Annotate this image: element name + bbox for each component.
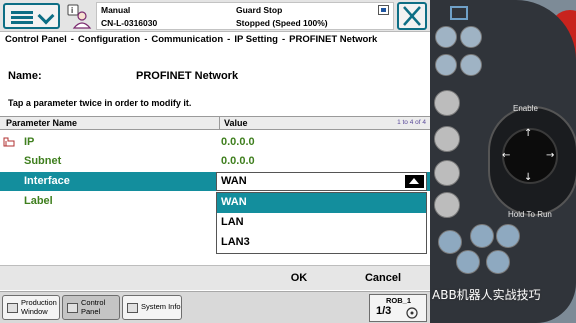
close-icon: [403, 6, 421, 26]
robot-icon: [406, 307, 418, 319]
row-count: 1 to 4 of 4: [397, 119, 426, 126]
arrow-left-icon: ←: [502, 150, 511, 161]
table-row[interactable]: IP 0.0.0.0: [0, 133, 430, 152]
step-backward-button[interactable]: [486, 250, 510, 274]
toggle-motion-mode-button[interactable]: [434, 126, 460, 152]
parameter-name: Subnet: [24, 155, 62, 167]
dropdown-option-lan[interactable]: LAN: [217, 213, 426, 233]
programmable-key-1[interactable]: [435, 26, 457, 48]
start-backward-button[interactable]: [438, 230, 462, 254]
top-status-bar: i Manual CN-L-0316030 Guard Stop Stopped…: [0, 0, 430, 32]
task-production-window[interactable]: Production Window: [2, 295, 60, 320]
controller-name: CN-L-0316030: [101, 18, 158, 28]
arrow-down-icon: ↓: [524, 172, 533, 183]
breadcrumb-item[interactable]: IP Setting: [234, 34, 278, 45]
event-log-icon[interactable]: [378, 5, 389, 15]
parameter-icon: [3, 137, 15, 147]
breadcrumb-item: PROFINET Network: [289, 34, 378, 45]
programmable-key-2[interactable]: [460, 26, 482, 48]
option-label: LAN3: [221, 236, 250, 248]
name-label: Name:: [8, 70, 42, 82]
parameter-value: 0.0.0.0: [221, 136, 255, 148]
speed-fraction: 1/3: [376, 305, 392, 317]
option-label: WAN: [221, 196, 247, 208]
task-label: Production Window: [21, 298, 57, 316]
task-label: Control Panel: [81, 298, 106, 316]
operating-mode: Manual: [101, 5, 131, 15]
stop-button[interactable]: [456, 250, 480, 274]
instance-name: PROFINET Network: [136, 70, 239, 82]
programmable-key-4[interactable]: [460, 54, 482, 76]
dropdown-option-wan[interactable]: WAN: [217, 193, 426, 213]
breadcrumb-item[interactable]: Configuration: [78, 34, 140, 45]
dropdown-list: WAN LAN LAN3: [216, 192, 427, 254]
program-state: Stopped (Speed 100%): [236, 18, 328, 28]
column-header-value: Value: [224, 118, 248, 128]
wrench-icon: [67, 303, 78, 313]
task-label: System Info: [141, 302, 181, 311]
table-header: Parameter Name Value 1 to 4 of 4: [0, 116, 430, 130]
status-area[interactable]: Manual CN-L-0316030 Guard Stop Stopped (…: [96, 2, 394, 30]
toggle-motion-mode-button-2[interactable]: [434, 160, 460, 186]
abb-menu-button[interactable]: [3, 3, 60, 29]
parameter-name: Interface: [24, 175, 70, 187]
chevron-down-icon: [37, 7, 55, 25]
task-system-info[interactable]: System Info: [122, 295, 182, 320]
window-icon: [7, 303, 18, 313]
programmable-key-3[interactable]: [435, 54, 457, 76]
flexpendant-screen: i Manual CN-L-0316030 Guard Stop Stopped…: [0, 0, 430, 323]
parameter-name: Label: [24, 195, 53, 207]
table-row[interactable]: Subnet 0.0.0.0: [0, 152, 430, 171]
select-value: WAN: [221, 175, 247, 187]
quickset-button[interactable]: ROB_1 1/3: [369, 294, 427, 322]
safety-state: Guard Stop: [236, 5, 283, 15]
instruction-text: Tap a parameter twice in order to modify…: [8, 98, 192, 108]
column-header-parameter: Parameter Name: [6, 118, 78, 128]
keyboard-icon[interactable]: [450, 6, 468, 20]
hamburger-icon: [11, 11, 33, 14]
info-icon: [127, 303, 138, 313]
user-icon[interactable]: i: [65, 3, 93, 29]
svg-text:i: i: [71, 6, 73, 15]
chevron-up-icon[interactable]: [405, 175, 424, 188]
close-button[interactable]: [397, 2, 427, 30]
hamburger-line: [11, 21, 33, 24]
start-button[interactable]: [470, 224, 494, 248]
breadcrumb-item[interactable]: Control Panel: [5, 34, 67, 45]
select-mechanical-unit-button[interactable]: [434, 90, 460, 116]
enable-label: Enable: [513, 104, 538, 113]
cancel-button[interactable]: Cancel: [336, 266, 430, 290]
parameter-value: 0.0.0.0: [221, 155, 255, 167]
hamburger-line: [11, 16, 33, 19]
command-bar: OK Cancel: [0, 265, 430, 290]
taskbar: Production Window Control Panel System I…: [0, 291, 430, 323]
mechanical-unit: ROB_1: [386, 296, 412, 305]
arrow-right-icon: →: [546, 150, 555, 161]
parameter-name: IP: [24, 136, 35, 148]
breadcrumb-item[interactable]: Communication: [151, 34, 223, 45]
dropdown-option-lan3[interactable]: LAN3: [217, 233, 426, 253]
column-divider: [219, 117, 220, 129]
interface-select[interactable]: WAN: [216, 172, 427, 191]
arrow-up-icon: ↑: [524, 128, 533, 139]
task-control-panel[interactable]: Control Panel: [62, 295, 120, 320]
option-label: LAN: [221, 216, 244, 228]
breadcrumb: Control Panel - Configuration - Communicatio…: [5, 34, 378, 45]
toggle-increment-button[interactable]: [434, 192, 460, 218]
ok-button[interactable]: OK: [250, 266, 348, 290]
hold-to-run-label: Hold To Run: [508, 210, 552, 219]
watermark: ABB机器人实战技巧: [432, 288, 541, 302]
step-forward-button[interactable]: [496, 224, 520, 248]
pendant-hardware: ↑ ↓ ← →: [430, 0, 576, 323]
